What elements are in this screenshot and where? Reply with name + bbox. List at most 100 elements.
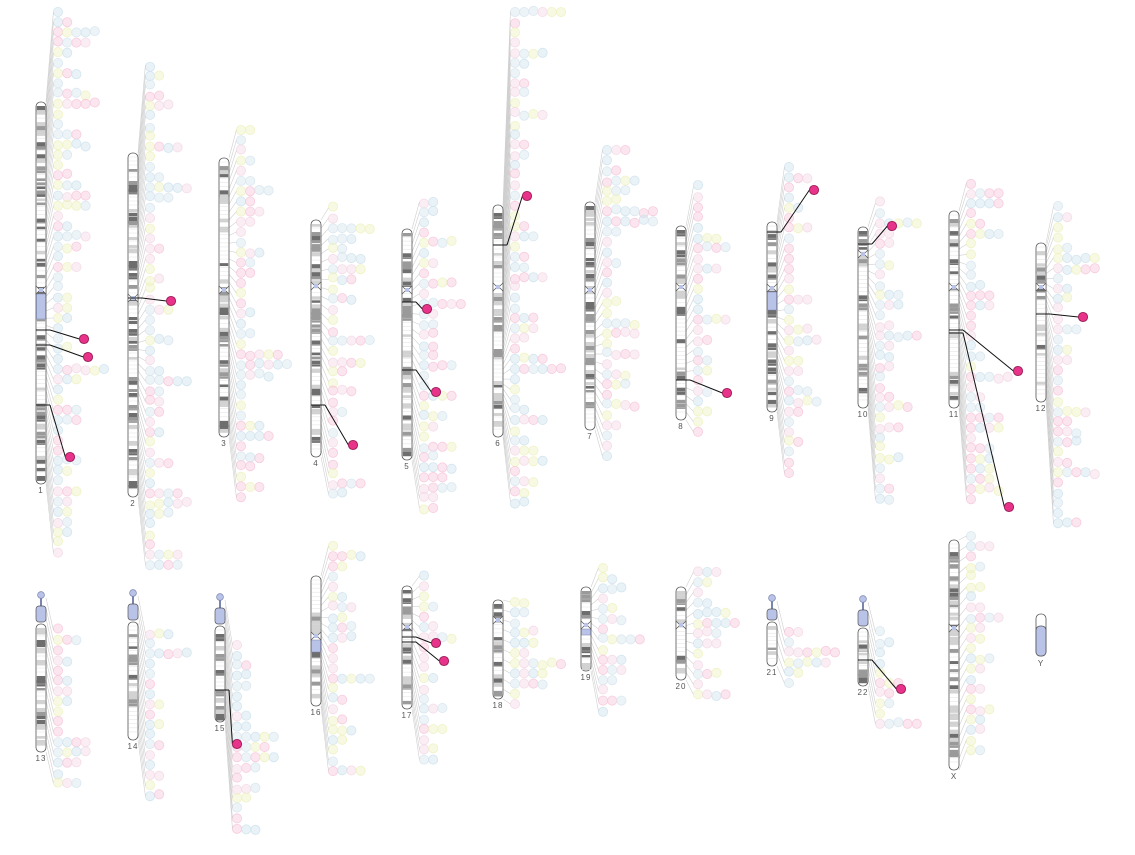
faded-annotation-dot: [163, 376, 174, 387]
faded-annotation-dot: [144, 427, 155, 438]
annotation-link: [320, 440, 329, 474]
chromosome-y[interactable]: [1035, 613, 1047, 657]
faded-annotation-dot: [154, 648, 165, 659]
highlight-hit-dot[interactable]: [721, 387, 733, 399]
cytoband: [676, 667, 686, 674]
highlight-hit-dot[interactable]: [1012, 365, 1024, 377]
faded-annotation-dot: [993, 612, 1004, 623]
highlight-hit-dot[interactable]: [64, 451, 76, 463]
highlight-hit-dot[interactable]: [165, 295, 177, 307]
chromosome-11[interactable]: [948, 210, 960, 409]
chromosome-22[interactable]: [857, 595, 869, 687]
faded-annotation-dot: [62, 517, 73, 528]
faded-annotation-dot: [53, 58, 64, 69]
chromosome-x[interactable]: [948, 539, 960, 771]
faded-annotation-dot: [154, 333, 165, 344]
annotation-link: [958, 739, 967, 760]
chromosome-17[interactable]: [401, 585, 413, 710]
faded-annotation-dot: [793, 294, 804, 305]
faded-annotation-dot: [693, 336, 704, 347]
faded-annotation-dot: [611, 165, 622, 176]
highlight-hit-dot[interactable]: [430, 386, 442, 398]
faded-annotation-dot: [966, 402, 977, 413]
faded-annotation-dot: [53, 251, 64, 262]
chromosome-9[interactable]: [766, 221, 778, 413]
chromosome-21[interactable]: [766, 594, 778, 667]
faded-annotation-dot: [966, 300, 977, 311]
chromosome-7[interactable]: [584, 201, 596, 431]
faded-annotation-dot: [231, 752, 242, 763]
highlight-hit-dot[interactable]: [430, 637, 442, 649]
faded-annotation-dot: [418, 744, 429, 755]
faded-annotation-dot: [611, 420, 622, 431]
faded-annotation-dot: [144, 500, 155, 511]
chromosome-6[interactable]: [492, 204, 504, 438]
highlight-hit-dot[interactable]: [521, 190, 533, 202]
cytoband: [858, 335, 868, 340]
faded-annotation-dot: [509, 648, 520, 659]
highlight-hit-dot[interactable]: [82, 351, 94, 363]
chromosome-8[interactable]: [675, 225, 687, 421]
chromosome-label: 17: [402, 711, 413, 720]
faded-annotation-dot: [1053, 365, 1064, 376]
faded-annotation-dot: [784, 457, 795, 468]
chromosome-2[interactable]: [127, 152, 139, 498]
faded-annotation-dot: [509, 476, 520, 487]
faded-annotation-dot: [509, 27, 520, 38]
highlight-hit-dot[interactable]: [78, 333, 90, 345]
chromosome-14[interactable]: [127, 589, 139, 741]
faded-annotation-dot: [53, 623, 64, 634]
faded-annotation-dot: [327, 272, 338, 283]
highlight-hit-dot[interactable]: [895, 683, 907, 695]
faded-annotation-dot: [711, 263, 722, 274]
faded-annotation-dot: [144, 467, 155, 478]
faded-annotation-dot: [71, 190, 82, 201]
cytoband: [36, 680, 46, 687]
faded-annotation-dot: [509, 312, 520, 323]
chromosome-3[interactable]: [218, 157, 230, 438]
chromosome-19[interactable]: [580, 586, 592, 672]
highlight-hit-dot[interactable]: [1003, 501, 1015, 513]
highlight-hit-dot[interactable]: [231, 738, 243, 750]
annotation-link: [228, 180, 237, 197]
faded-annotation-dot: [784, 243, 795, 254]
faded-annotation-dot: [784, 626, 795, 637]
faded-annotation-dot: [62, 139, 73, 150]
cytoband: [128, 485, 138, 489]
faded-annotation-dot: [984, 704, 995, 715]
highlight-hit-dot[interactable]: [347, 439, 359, 451]
faded-annotation-dot: [519, 363, 530, 374]
highlight-hit-dot[interactable]: [886, 220, 898, 232]
faded-annotation-dot: [784, 386, 795, 397]
short-arm: [35, 605, 47, 623]
cytoband: [493, 645, 503, 653]
faded-annotation-dot: [418, 472, 429, 483]
highlight-hit-dot[interactable]: [808, 184, 820, 196]
faded-annotation-dot: [509, 597, 520, 608]
highlight-hit-dot[interactable]: [421, 303, 433, 315]
faded-annotation-dot: [418, 451, 429, 462]
cytoband: [585, 362, 595, 365]
chromosome-18[interactable]: [492, 599, 504, 700]
chromosome-10[interactable]: [857, 226, 869, 409]
faded-annotation-dot: [884, 391, 895, 402]
faded-annotation-dot: [509, 435, 520, 446]
cytoband: [128, 345, 138, 351]
chromosome-13[interactable]: [35, 591, 47, 753]
faded-annotation-dot: [53, 149, 64, 160]
chromosome-12[interactable]: [1035, 242, 1047, 403]
chromosome-4[interactable]: [310, 219, 322, 458]
chromosome-20[interactable]: [675, 586, 687, 681]
faded-annotation-dot: [519, 48, 530, 59]
highlight-hit-dot[interactable]: [438, 655, 450, 667]
chromosome-15[interactable]: [214, 593, 226, 723]
faded-annotation-dot: [263, 349, 274, 360]
faded-annotation-dot: [259, 731, 270, 742]
chromosome-5[interactable]: [401, 228, 413, 461]
chromosome-1[interactable]: [35, 101, 47, 485]
highlight-hit-dot[interactable]: [1077, 311, 1089, 323]
faded-annotation-dot: [53, 36, 64, 47]
chromosome-16[interactable]: [310, 575, 322, 707]
faded-annotation-dot: [99, 363, 110, 374]
faded-annotation-dot: [245, 206, 256, 217]
